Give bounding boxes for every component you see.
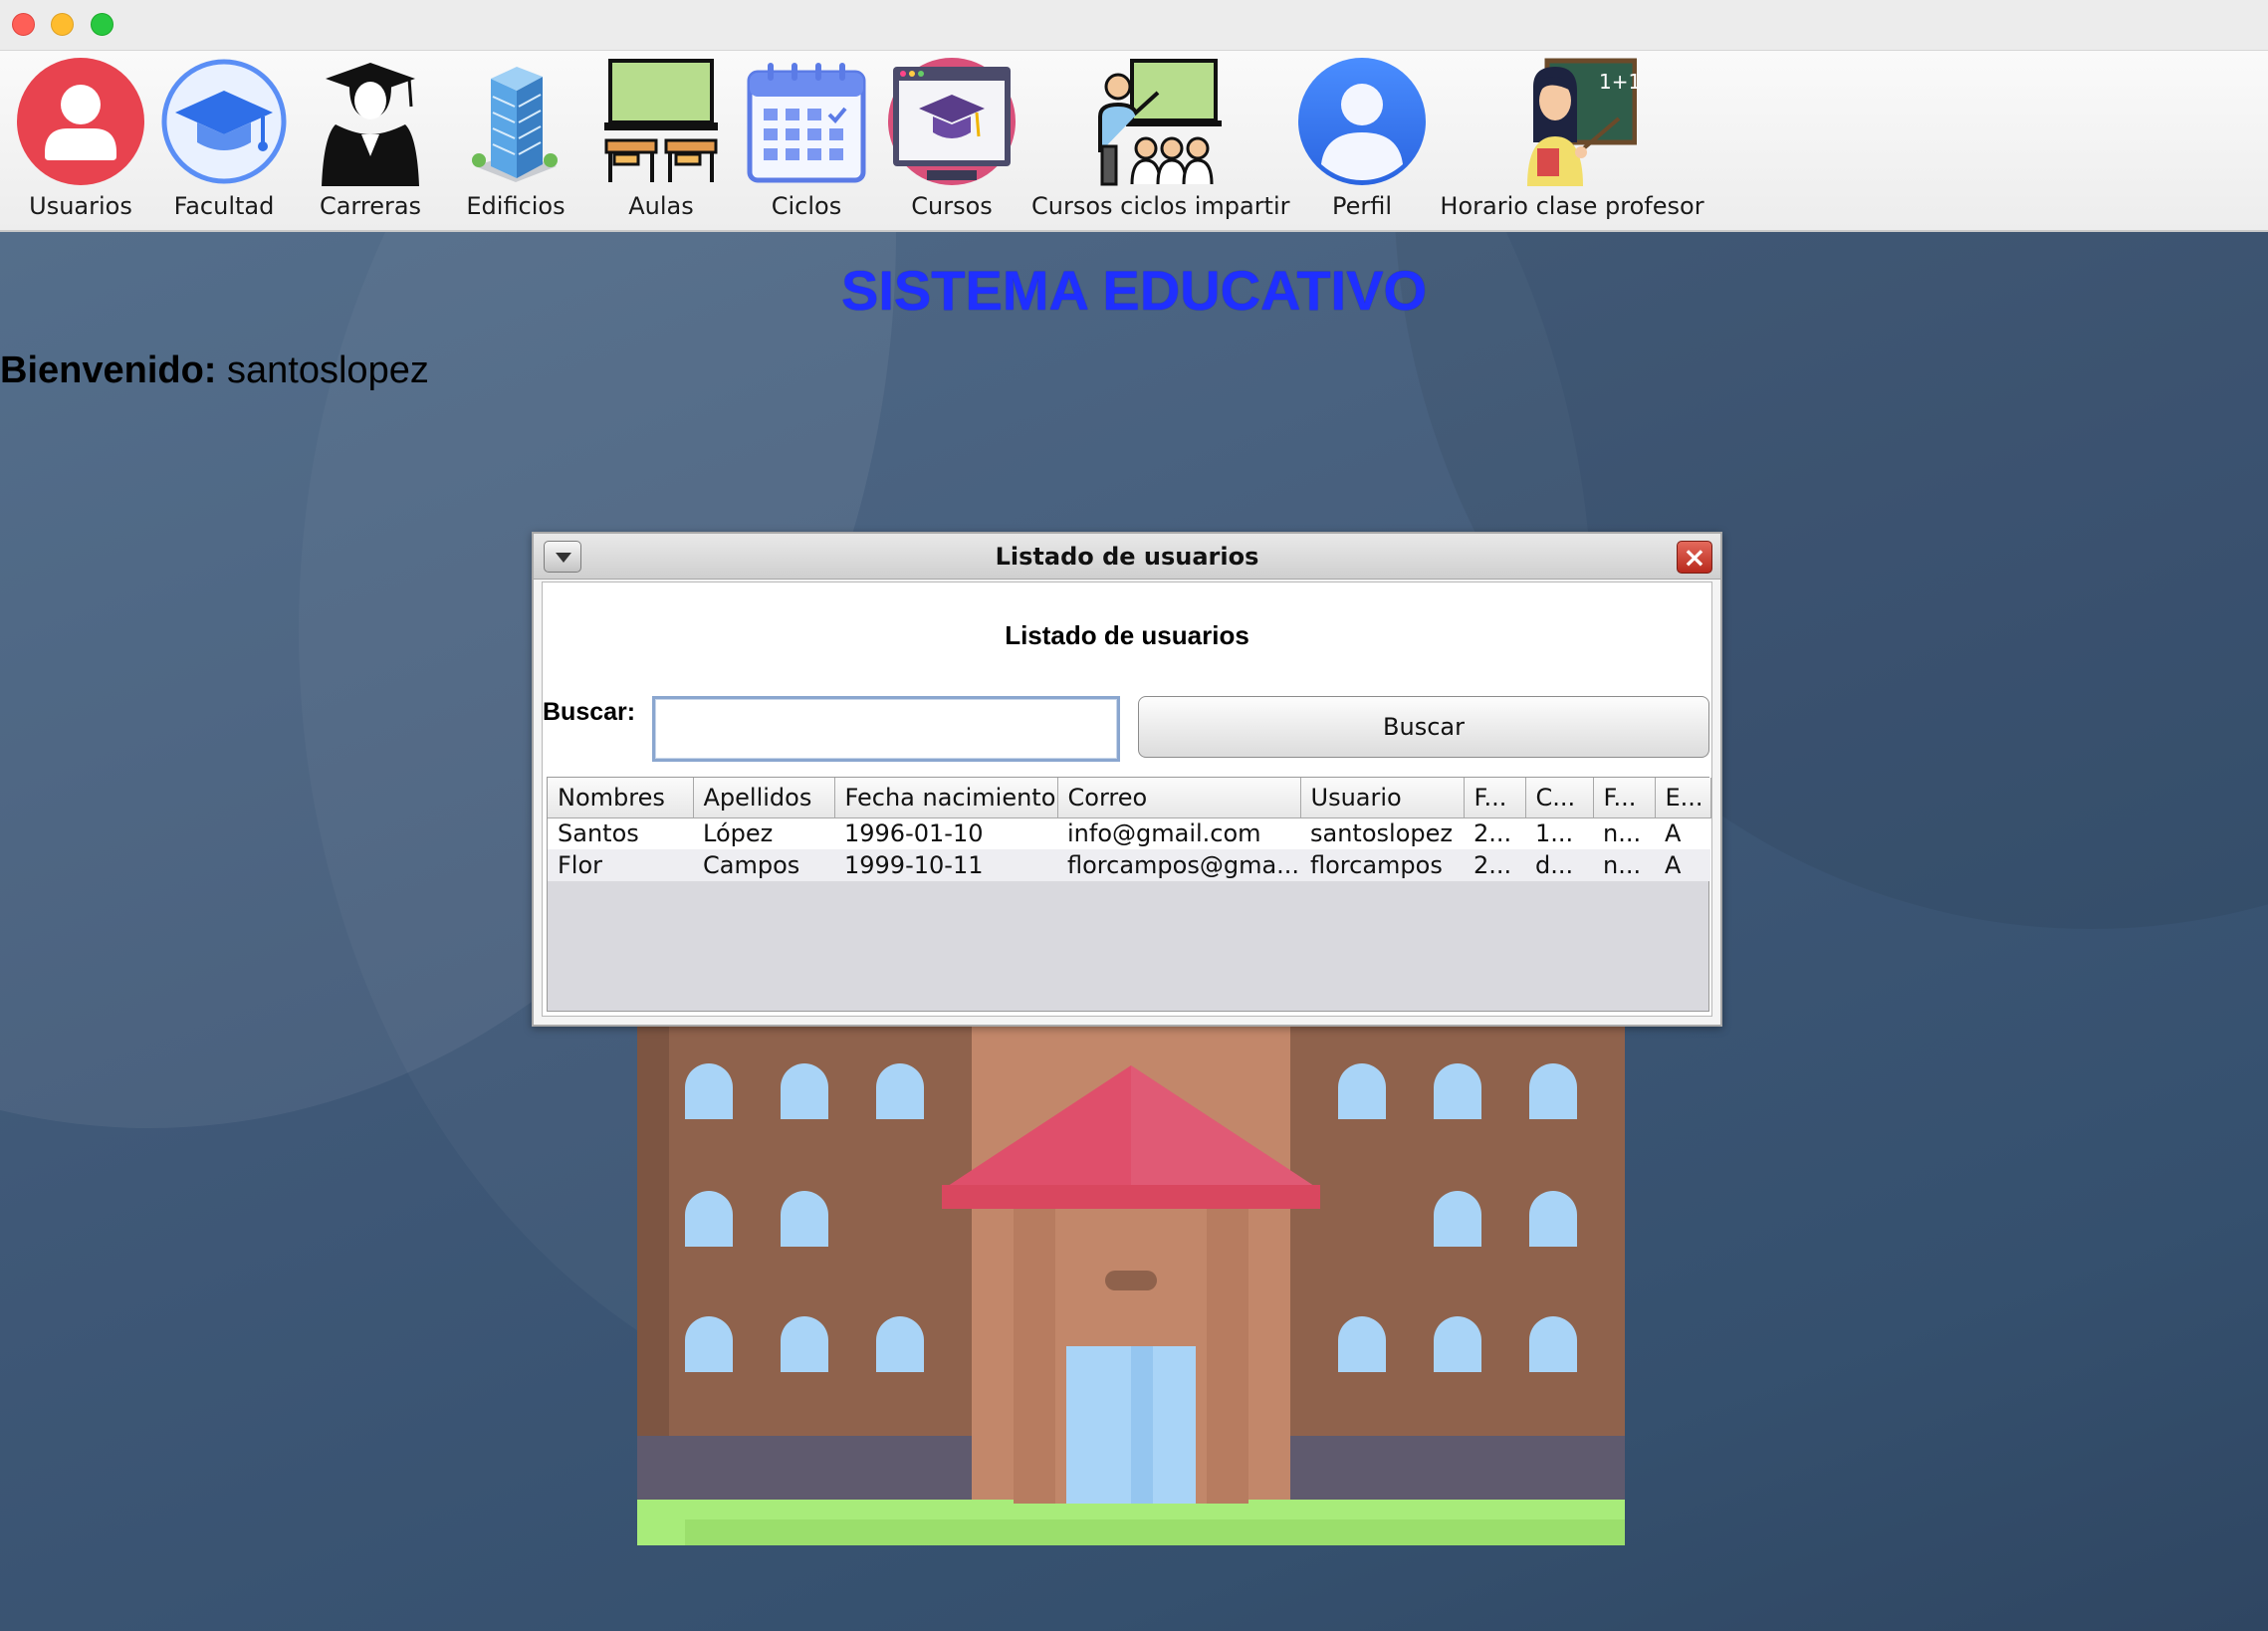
toolbar-label: Cursos (911, 192, 993, 220)
toolbar-item-usuarios[interactable]: Usuarios (6, 51, 155, 232)
toolbar-item-cursos-ciclos-impartir[interactable]: Cursos ciclos impartir (1031, 51, 1290, 232)
table-cell: A (1655, 817, 1710, 849)
teacher-board-icon: 1+1 (1507, 57, 1637, 186)
teacher-class-icon (1092, 57, 1222, 186)
toolbar-item-cursos[interactable]: Cursos (882, 51, 1021, 232)
column-header[interactable]: F... (1464, 778, 1526, 818)
table-cell: Campos (693, 849, 834, 881)
graduation-cap-icon (159, 57, 289, 186)
toolbar-label: Horario clase profesor (1440, 192, 1704, 220)
svg-text:1+1: 1+1 (1599, 70, 1637, 94)
toolbar-label: Ciclos (771, 192, 842, 220)
toolbar-item-aulas[interactable]: Aulas (591, 51, 731, 232)
table-cell: 1... (1525, 817, 1593, 849)
chevron-down-icon (556, 553, 571, 563)
toolbar-label: Facultad (173, 192, 275, 220)
toolbar-label: Carreras (319, 192, 422, 220)
toolbar-item-carreras[interactable]: Carreras (301, 51, 440, 232)
table-cell: n... (1593, 817, 1655, 849)
toolbar-label: Usuarios (29, 192, 132, 220)
profile-icon (1297, 57, 1427, 186)
column-header[interactable]: E... (1655, 778, 1711, 818)
search-button[interactable]: Buscar (1138, 696, 1709, 758)
column-header[interactable]: F... (1593, 778, 1656, 818)
dialog-close-button[interactable]: × (1677, 541, 1712, 574)
window-close-button[interactable] (12, 13, 35, 36)
toolbar-label: Perfil (1331, 192, 1393, 220)
table-header-row: Nombres Apellidos Fecha nacimiento Corre… (548, 778, 1711, 818)
table-cell: A (1655, 849, 1710, 881)
classroom-icon (596, 57, 726, 186)
table-cell: 1999-10-11 (834, 849, 1057, 881)
table-cell: 1996-01-10 (834, 817, 1057, 849)
table-row[interactable]: Santos López 1996-01-10 info@gmail.com s… (548, 817, 1710, 849)
toolbar-item-horario-clase-profesor[interactable]: 1+1 Horario clase profesor (1440, 51, 1704, 232)
window-maximize-button[interactable] (91, 13, 113, 36)
table-cell: florcampos (1300, 849, 1464, 881)
users-list-dialog: Listado de usuarios × Listado de usuario… (532, 532, 1722, 1027)
calendar-icon (742, 57, 871, 186)
table-cell: Flor (548, 849, 693, 881)
graduate-person-icon (306, 57, 435, 186)
window-minimize-button[interactable] (51, 13, 74, 36)
toolbar-item-ciclos[interactable]: Ciclos (737, 51, 876, 232)
search-input[interactable] (652, 696, 1120, 762)
column-header[interactable]: Nombres (548, 778, 694, 818)
toolbar-item-edificios[interactable]: Edificios (446, 51, 585, 232)
toolbar-item-perfil[interactable]: Perfil (1292, 51, 1432, 232)
dialog-heading: Listado de usuarios (1005, 620, 1249, 650)
school-building-icon (637, 1026, 1625, 1545)
table-cell: info@gmail.com (1057, 817, 1300, 849)
toolbar-label: Aulas (628, 192, 694, 220)
column-header[interactable]: Correo (1057, 778, 1301, 818)
column-header[interactable]: C... (1525, 778, 1594, 818)
column-header[interactable]: Apellidos (693, 778, 835, 818)
welcome-username: santoslopez (227, 350, 429, 391)
main-toolbar: Usuarios Facultad Carreras Edificios Aul… (0, 51, 2268, 232)
online-course-icon (887, 57, 1017, 186)
building-icon (451, 57, 580, 186)
table-cell: d... (1525, 849, 1593, 881)
table-cell: n... (1593, 849, 1655, 881)
toolbar-label: Cursos ciclos impartir (1031, 192, 1290, 220)
dialog-menu-button[interactable] (544, 541, 581, 573)
window-titlebar (0, 0, 2268, 51)
table-cell: santoslopez (1300, 817, 1464, 849)
welcome-label: Bienvenido: (0, 350, 217, 391)
page-title: SISTEMA EDUCATIVO (840, 259, 1428, 322)
table-cell: Santos (548, 817, 693, 849)
table-cell: 2... (1464, 849, 1525, 881)
column-header[interactable]: Fecha nacimiento (834, 778, 1058, 818)
table-row[interactable]: Flor Campos 1999-10-11 florcampos@gma...… (548, 849, 1710, 881)
users-table: Nombres Apellidos Fecha nacimiento Corre… (547, 777, 1711, 1012)
toolbar-label: Edificios (466, 192, 566, 220)
welcome-message: Bienvenido: santoslopez (0, 350, 429, 392)
toolbar-item-facultad[interactable]: Facultad (155, 51, 293, 232)
table-cell: florcampos@gma... (1057, 849, 1300, 881)
table-cell: López (693, 817, 834, 849)
table-cell: 2... (1464, 817, 1525, 849)
search-label: Buscar: (543, 698, 636, 726)
dialog-body: Listado de usuarios Buscar: Buscar Nombr… (542, 582, 1712, 1017)
dialog-titlebar[interactable]: Listado de usuarios × (534, 534, 1720, 580)
user-circle-icon (16, 57, 145, 186)
close-icon: × (1683, 541, 1706, 574)
column-header[interactable]: Usuario (1300, 778, 1465, 818)
dialog-title: Listado de usuarios (995, 543, 1259, 571)
